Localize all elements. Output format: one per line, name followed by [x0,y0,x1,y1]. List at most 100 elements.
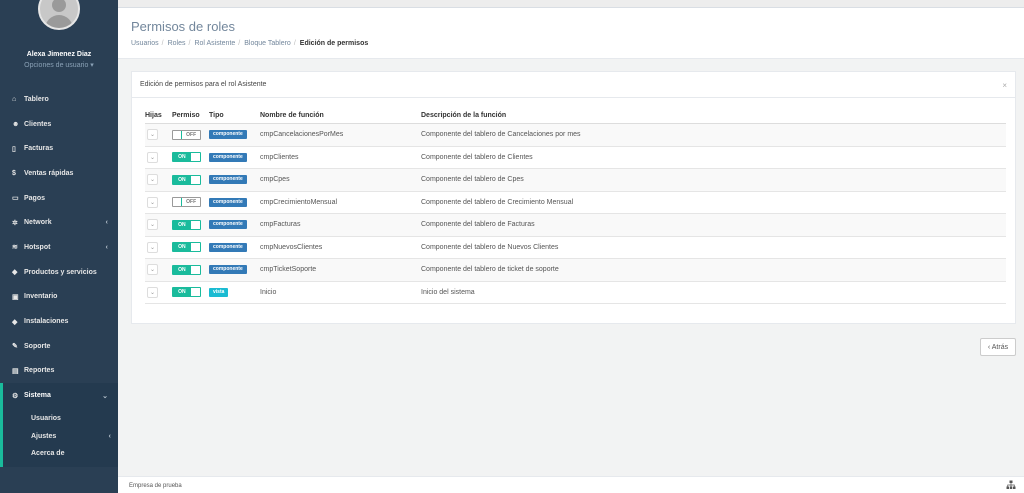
sidebar-item-hotspot[interactable]: ≋ Hotspot ‹ [0,235,118,260]
expand-children-button[interactable]: ⌄ [147,129,158,141]
breadcrumb-link[interactable]: Bloque Tablero [244,40,291,47]
tags-icon: ◆ [12,269,18,277]
expand-children-button[interactable]: ⌄ [147,264,158,276]
function-description: Componente del tablero de Crecimiento Me… [421,198,574,206]
breadcrumb-separator: / [238,40,241,47]
footer: Empresa de prueba [118,476,1024,493]
table-body: ⌄ OFF componente cmpCancelacionesPorMes Comp… [145,124,1006,304]
network-icon: ✲ [12,219,18,227]
expand-children-button[interactable]: ⌄ [147,174,158,186]
report-icon: ▤ [12,367,19,375]
breadcrumb: Usuarios / Roles / Rol Asistente / Bloque Tabl… [131,40,371,47]
avatar[interactable] [38,0,80,30]
permission-toggle[interactable]: ON [172,264,201,275]
sidebar-subitem-label: Acerca de [31,450,65,458]
function-name: cmpCrecimientoMensual [260,198,338,206]
page-title: Permisos de roles [131,19,236,34]
sidebar-subitem-ajustes[interactable]: Ajustes ‹ [3,427,118,445]
close-icon[interactable]: × [1002,81,1007,90]
breadcrumb-link[interactable]: Rol Asistente [194,40,235,47]
permission-toggle[interactable]: ON [172,174,201,185]
sidebar-subitem-usuarios[interactable]: Usuarios [3,410,118,428]
dollar-icon: $ [12,169,16,177]
sidebar-item-network[interactable]: ✲ Network ‹ [0,210,118,235]
permission-toggle[interactable]: ON [172,242,201,253]
permission-toggle[interactable]: ON [172,287,201,298]
column-header-nombre: Nombre de función [260,112,324,119]
toggle-on-label: ON [173,243,191,252]
type-badge: componente [209,130,247,140]
breadcrumb-link[interactable]: Roles [168,40,186,47]
breadcrumb-separator: / [293,40,296,47]
function-description: Componente del tablero de Cpes [421,176,524,184]
sidebar-item-reportes[interactable]: ▤ Reportes [0,359,118,384]
expand-children-button[interactable]: ⌄ [147,151,158,163]
wrench-icon: ◆ [12,318,18,326]
chevron-left-icon: ‹ [108,432,111,440]
tool-icon: ✎ [12,343,18,351]
sidebar-item-soporte[interactable]: ✎ Soporte [0,334,118,359]
permission-toggle[interactable]: ON [172,219,201,230]
file-icon: ▯ [12,145,16,153]
table-row: ⌄ ON componente cmpClientes Componente del t… [145,147,1006,169]
sidebar-subitem-acerca-de[interactable]: Acerca de [3,445,118,463]
sidebar-item-label: Facturas [24,145,54,153]
table-row: ⌄ ON componente cmpTicketSoporte Componente … [145,259,1006,282]
sidebar-item-label: Tablero [24,95,49,103]
table-header: Hijas Permiso Tipo Nombre de función Des… [145,108,1006,124]
wifi-icon: ≋ [12,244,18,252]
function-description: Componente del tablero de Nuevos Cliente… [421,243,559,251]
type-badge: componente [209,265,247,275]
sidebar-item-instalaciones[interactable]: ◆ Instalaciones [0,309,118,334]
cogs-icon: ⚙ [12,392,19,400]
breadcrumb-separator: / [188,40,191,47]
table-row: ⌄ ON componente cmpFacturas Componente del t… [145,214,1006,237]
breadcrumb-link[interactable]: Usuarios [131,40,159,47]
column-header-hijas: Hijas [145,112,162,119]
permissions-table: Hijas Permiso Tipo Nombre de función Des… [145,108,1006,304]
type-badge: componente [209,152,247,162]
sidebar-item-label: Inventario [24,293,58,301]
sidebar-item-ventas-rápidas[interactable]: $ Ventas rápidas [0,161,118,186]
function-name: cmpClientes [260,153,299,161]
sidebar-item-clientes[interactable]: ☻ Clientes [0,112,118,137]
function-name: cmpCancelacionesPorMes [260,131,344,139]
sidebar-item-productos-y-servicios[interactable]: ◆ Productos y servicios [0,260,118,285]
users-icon: ☻ [12,120,20,128]
permission-toggle[interactable]: ON [172,152,201,163]
function-name: cmpNuevosClientes [260,243,323,251]
page-header: Permisos de roles Usuarios / Roles / Rol Asi… [118,8,1024,59]
permission-toggle[interactable]: OFF [172,129,201,140]
expand-children-button[interactable]: ⌄ [147,219,158,231]
user-options-menu[interactable]: Opciones de usuario ▾ [0,61,118,69]
toggle-off-label: OFF [182,198,200,207]
sidebar-item-inventario[interactable]: ▣ Inventario [0,285,118,310]
table-row: ⌄ ON componente cmpNuevosClientes Componente… [145,237,1006,259]
sidebar-item-pagos[interactable]: ▭ Pagos [0,186,118,211]
sidebar-item-label: Ventas rápidas [24,169,74,177]
sidebar-menu: ⌂ Tablero ☻ Clientes ▯ Facturas $ Ventas rápida… [0,87,118,468]
sidebar-item-label: Soporte [24,342,51,350]
table-row: ⌄ OFF componente cmpCancelacionesPorMes Comp… [145,124,1006,147]
sidebar-item-label: Clientes [24,120,52,128]
toggle-on-label: ON [173,153,191,162]
money-icon: ▭ [12,195,19,203]
function-description: Componente del tablero de Facturas [421,221,535,229]
main-content: Permisos de roles Usuarios / Roles / Rol Asi… [118,0,1024,493]
expand-children-button[interactable]: ⌄ [147,196,158,208]
breadcrumb-current: Edición de permisos [299,40,369,47]
expand-children-button[interactable]: ⌄ [147,286,158,298]
sidebar-item-facturas[interactable]: ▯ Facturas [0,136,118,161]
sidebar-item-label: Reportes [24,367,55,375]
function-description: Inicio del sistema [421,288,475,296]
permissions-panel: Edición de permisos para el rol Asistent… [131,71,1016,324]
toggle-knob [173,198,183,207]
expand-children-button[interactable]: ⌄ [147,241,158,253]
toggle-knob [190,153,200,162]
permission-toggle[interactable]: OFF [172,197,201,208]
sidebar-item-sistema[interactable]: ⚙ Sistema ⌄ [0,383,118,408]
sidebar-subitem-label: Ajustes [31,432,57,440]
sidebar-item-tablero[interactable]: ⌂ Tablero [0,87,118,112]
back-button[interactable]: ‹ Atrás [980,338,1016,356]
sidebar-item-label: Sistema [24,392,51,400]
